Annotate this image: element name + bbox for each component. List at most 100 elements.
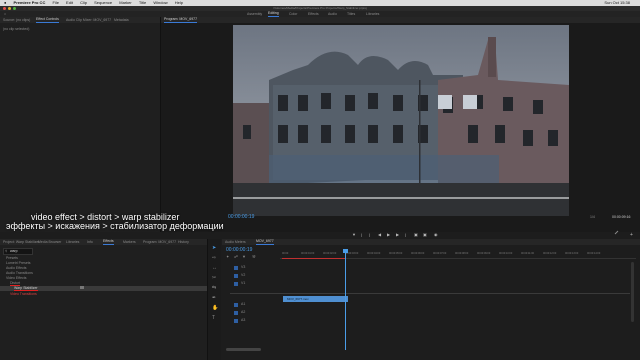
type-icon[interactable]: T — [212, 315, 215, 321]
add-button-icon[interactable]: + — [630, 232, 633, 238]
tree-item-presets[interactable]: Presets — [6, 256, 18, 260]
tree-item-video-effects[interactable]: Video Effects — [6, 276, 27, 280]
lock-track-icon[interactable] — [234, 274, 238, 278]
transport-controls: ▼ | | ◀ ▶ ▶ | ▣ ▣ ◉ — [352, 232, 447, 238]
clip-label: MOV_6977.mov — [287, 297, 309, 301]
render-bar — [282, 258, 346, 259]
step-forward-icon[interactable]: ▶ — [396, 232, 399, 237]
track-label-v1[interactable]: V1 — [241, 281, 245, 285]
ruler-tick: 00:00:09:00 — [477, 252, 491, 255]
building-image — [233, 25, 569, 216]
tab-metadata[interactable]: Metadata — [114, 17, 129, 23]
track-label-a2[interactable]: A2 — [241, 310, 245, 314]
timeline-zoom-scrollbar[interactable] — [226, 348, 261, 351]
ruler-tick: 00:00 — [282, 252, 289, 255]
timeline-vertical-scrollbar[interactable] — [631, 262, 634, 322]
tab-project[interactable]: Project: Warp Stabilizer — [3, 239, 39, 245]
ruler-tick: 00:00:01:00 — [301, 252, 315, 255]
tab-markers[interactable]: Markers — [123, 239, 136, 245]
ruler-tick: 00:00:06:00 — [411, 252, 425, 255]
playhead-handle[interactable] — [343, 249, 348, 253]
program-panel-tabs: Program: MOV_6977 — [161, 17, 640, 23]
ruler-tick: 00:00:13:00 — [565, 252, 579, 255]
tab-sequence[interactable]: MOV_6977 — [256, 239, 274, 245]
timeline-settings-icons: ✦ ☍ ▼ ⚒ — [226, 254, 266, 259]
slip-icon[interactable]: ⇆ — [212, 285, 216, 291]
selection-icon[interactable]: ➤ — [212, 245, 216, 251]
export-frame-icon[interactable]: ◉ — [434, 232, 438, 237]
tab-media-browser[interactable]: Media Browser — [38, 239, 61, 245]
razor-icon[interactable]: ✂ — [212, 275, 216, 281]
ruler-tick: 00:00:07:00 — [433, 252, 447, 255]
track-label-v3[interactable]: V3 — [241, 265, 245, 269]
accelerated-effect-icon — [80, 286, 84, 289]
tab-program-monitor[interactable]: Program: MOV_6977 — [143, 239, 176, 245]
track-select-icon[interactable]: ⇨ — [212, 255, 216, 261]
tree-item-video-transitions[interactable]: Video Transitions — [10, 292, 37, 296]
effects-search-box[interactable]: ⚲ warp — [3, 248, 33, 255]
ruler-tick: 00:00:04:00 — [367, 252, 381, 255]
insert-icon[interactable]: ▣ — [414, 232, 418, 237]
tab-effect-controls[interactable]: Effect Controls — [36, 17, 59, 23]
tree-item-lumetri-presets[interactable]: Lumetri Presets — [6, 261, 31, 265]
hand-icon[interactable]: ✋ — [212, 305, 218, 311]
lock-track-icon[interactable] — [234, 282, 238, 286]
snap-icon[interactable]: ✦ — [226, 254, 229, 259]
tab-libraries[interactable]: Libraries — [66, 239, 79, 245]
mark-out-icon[interactable]: | — [361, 232, 362, 237]
overwrite-icon[interactable]: ▣ — [423, 232, 427, 237]
lock-track-icon[interactable] — [234, 303, 238, 307]
source-panel: Source: (no clips) Effect Controls Audio… — [0, 17, 161, 232]
tab-audio-clip-mixer[interactable]: Audio Clip Mixer: MOV_6977 — [66, 17, 111, 23]
tree-item-warp-stabilizer[interactable]: Warp Stabilizer — [14, 286, 38, 291]
program-video-frame — [233, 25, 569, 216]
mark-in-icon[interactable]: ▼ — [352, 232, 356, 237]
tab-effects[interactable]: Effects — [103, 239, 114, 245]
tab-source[interactable]: Source: (no clips) — [3, 17, 30, 23]
ruler-tick: 00:00:12:00 — [543, 252, 557, 255]
close-window-icon[interactable] — [3, 7, 6, 10]
pen-icon[interactable]: ✒ — [212, 295, 216, 301]
search-icon: ⚲ — [5, 249, 8, 253]
linked-selection-icon[interactable]: ☍ — [234, 254, 238, 259]
ruler-tick: 00:00:02:00 — [323, 252, 337, 255]
project-panel-tabs: Project: Warp Stabilizer Media Browser L… — [0, 239, 207, 245]
track-label-a1[interactable]: A1 — [241, 302, 245, 306]
ruler-tick: 00:00:11:00 — [521, 252, 535, 255]
wrench-icon[interactable] — [614, 222, 620, 235]
video-clip[interactable]: MOV_6977.mov — [283, 296, 348, 302]
playhead[interactable] — [345, 250, 346, 350]
tab-history[interactable]: History — [178, 239, 189, 245]
tree-item-audio-effects[interactable]: Audio Effects — [6, 266, 27, 270]
ripple-edit-icon[interactable]: ↔ — [212, 265, 217, 271]
timeline-timecode[interactable]: 00:00:00:19 — [226, 247, 252, 253]
effects-search-input[interactable]: warp — [10, 249, 18, 254]
zoom-window-icon[interactable] — [13, 7, 16, 10]
go-to-out-icon[interactable]: | — [405, 232, 406, 237]
project-panel: Project: Warp Stabilizer Media Browser L… — [0, 239, 208, 360]
program-duration: 00:00:09:16 — [612, 215, 631, 219]
ruler-tick: 00:00:14:00 — [587, 252, 601, 255]
go-to-in-icon[interactable]: | — [369, 232, 370, 237]
program-quarter-label[interactable]: 1/4 — [590, 215, 595, 219]
track-divider — [230, 293, 630, 294]
lock-track-icon[interactable] — [234, 266, 238, 270]
wrench-timeline-icon[interactable]: ⚒ — [252, 254, 256, 259]
ruler-tick: 00:00:08:00 — [455, 252, 469, 255]
tab-info[interactable]: Info — [87, 239, 93, 245]
add-marker-icon[interactable]: ▼ — [242, 254, 246, 259]
tab-program[interactable]: Program: MOV_6977 — [164, 17, 198, 23]
tree-item-audio-transitions[interactable]: Audio Transitions — [6, 271, 33, 275]
tools-panel: ➤ ⇨ ↔ ✂ ⇆ ✒ ✋ T — [208, 239, 221, 360]
track-label-a3[interactable]: A3 — [241, 318, 245, 322]
program-timecode[interactable]: 00:00:00:19 — [228, 214, 254, 220]
lock-track-icon[interactable] — [234, 311, 238, 315]
source-panel-tabs: Source: (no clips) Effect Controls Audio… — [0, 17, 160, 23]
step-back-icon[interactable]: ◀ — [378, 232, 381, 237]
ruler-tick: 00:00:10:00 — [499, 252, 513, 255]
play-icon[interactable]: ▶ — [387, 232, 390, 237]
minimize-window-icon[interactable] — [8, 7, 11, 10]
lock-track-icon[interactable] — [234, 319, 238, 323]
track-label-v2[interactable]: V2 — [241, 273, 245, 277]
tab-audio-meters[interactable]: Audio Meters — [225, 239, 246, 245]
